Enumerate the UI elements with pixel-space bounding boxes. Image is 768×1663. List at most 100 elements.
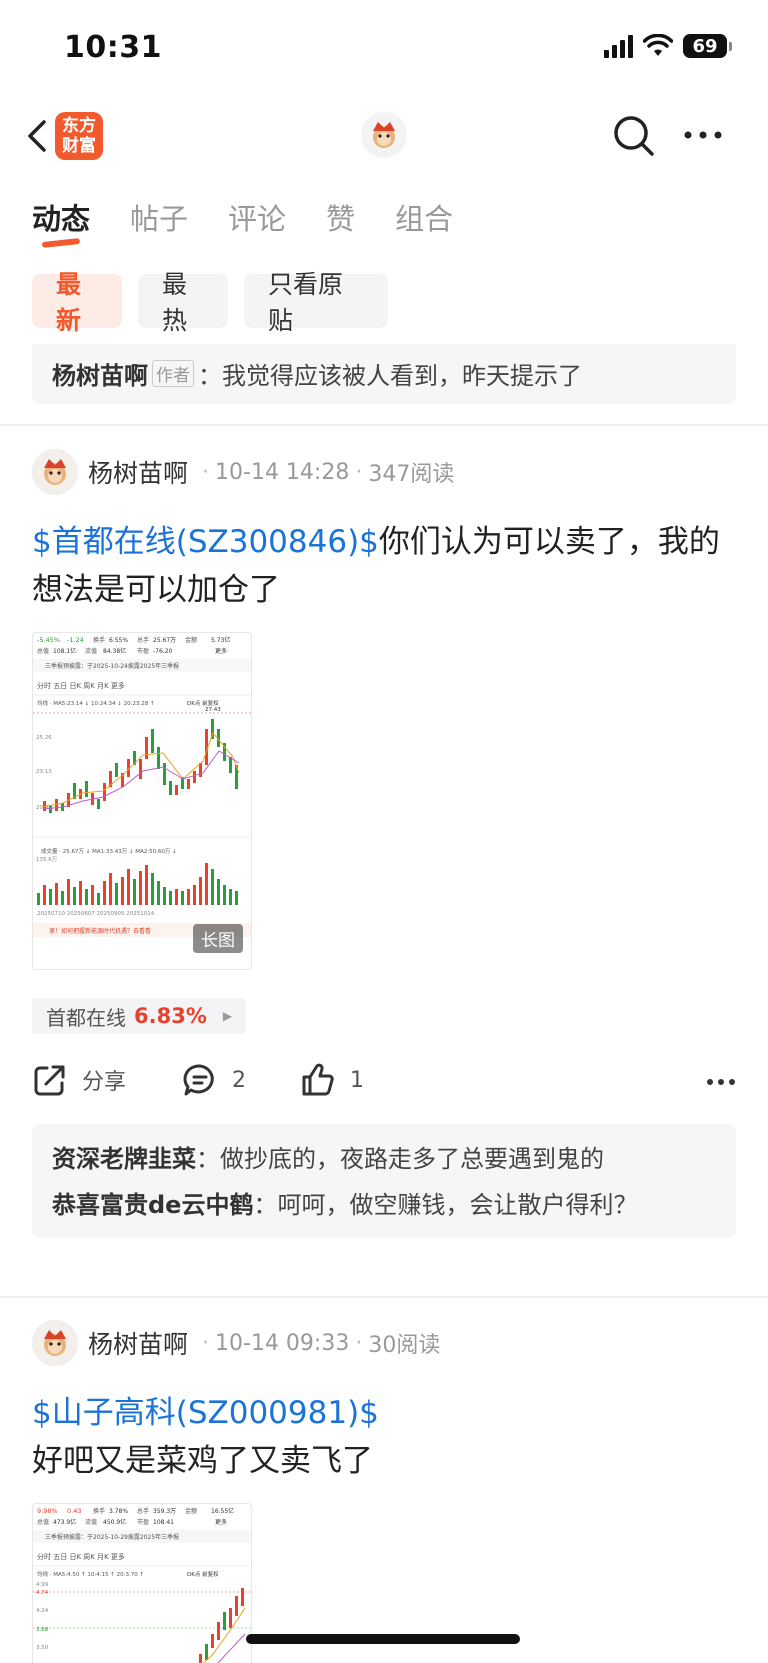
post-header: 杨树苗啊 · 10-14 14:28 · 347阅读: [32, 448, 736, 496]
post-card[interactable]: 杨树苗啊 · 10-14 14:28 · 347阅读 $首都在线(SZ30084…: [32, 448, 736, 1238]
svg-text:473.9亿: 473.9亿: [53, 1518, 76, 1526]
svg-text:108.41: 108.41: [153, 1519, 174, 1526]
status-bar: 10:31 69: [0, 0, 768, 96]
tab-portfolio[interactable]: 组合: [395, 196, 453, 238]
like-count: 1: [350, 1067, 364, 1093]
more-options-icon[interactable]: [683, 130, 723, 140]
filter-original-only[interactable]: 只看原贴: [244, 270, 388, 335]
candlestick-series: [199, 1588, 244, 1663]
stock-quote-chip[interactable]: 首都在线 6.83% ▶: [32, 998, 247, 1034]
commenter-name[interactable]: 资深老牌韭菜: [52, 1145, 196, 1173]
tab-likes[interactable]: 赞: [326, 196, 355, 238]
comment-author[interactable]: 杨树苗啊: [52, 362, 148, 390]
svg-text:流值: 流值: [85, 1518, 97, 1526]
svg-text:分时 五日 日K 周K 月K 更多: 分时 五日 日K 周K 月K 更多: [37, 681, 125, 690]
wifi-icon: [643, 34, 673, 56]
stock-link[interactable]: $山子高科(SZ000981)$: [32, 1389, 736, 1437]
post-author[interactable]: 杨树苗啊: [88, 454, 188, 490]
tab-posts[interactable]: 帖子: [130, 196, 188, 238]
svg-text:9.98%: 9.98%: [37, 1507, 58, 1515]
comment-text: ：做抄底的，夜路走多了总要遇到鬼的: [196, 1145, 604, 1173]
svg-text:3.78%: 3.78%: [109, 1508, 128, 1515]
svg-text:三季报预披露：于2025-10-24披露2025年三季报: 三季报预披露：于2025-10-24披露2025年三季报: [45, 662, 179, 670]
comment-icon: [183, 1064, 214, 1096]
divider: [0, 424, 768, 426]
share-icon: [34, 1065, 65, 1096]
svg-text:分时 五日 日K 周K 月K 更多: 分时 五日 日K 周K 月K 更多: [37, 1552, 125, 1561]
svg-text:359.3万: 359.3万: [153, 1508, 176, 1515]
stock-link[interactable]: $首都在线(SZ300846)$: [32, 524, 379, 560]
svg-text:84.38亿: 84.38亿: [103, 647, 126, 655]
comment-text: ：我觉得应该被人看到，昨天提示了: [198, 362, 582, 390]
svg-text:-1.24: -1.24: [67, 636, 84, 644]
share-button[interactable]: 分享: [32, 1062, 126, 1098]
battery-icon: 69: [683, 34, 732, 58]
svg-text:均线 · MA5:4.50 ↑ 10:4.15 ↑ 20: 均线 · MA5:4.50 ↑ 10:4.15 ↑ 20:3.70 ↑: [37, 1570, 144, 1578]
svg-text:25.67万: 25.67万: [153, 637, 176, 644]
comment-item[interactable]: 恭喜富贵de云中鹤：呵呵，做空赚钱，会让散户得利？: [52, 1188, 716, 1222]
filter-latest[interactable]: 最新: [32, 270, 122, 335]
filter-chips: 最新 最热 只看原贴: [32, 270, 388, 335]
comment-count: 2: [232, 1067, 246, 1093]
post-more-icon[interactable]: [706, 1078, 736, 1086]
svg-text:4.74: 4.74: [36, 1590, 49, 1596]
mascot-avatar-icon: [373, 122, 395, 148]
post-image-stock-chart[interactable]: 9.98% 0.43 换手 3.78% 总手 359.3万 金额 16.55亿 …: [32, 1503, 252, 1663]
svg-text:总值: 总值: [37, 647, 49, 655]
post-card[interactable]: 杨树苗啊 · 10-14 09:33 · 30阅读 $山子高科(SZ000981…: [32, 1319, 736, 1663]
post-text: $山子高科(SZ000981)$ 好吧又是菜鸡了又卖飞了: [32, 1389, 736, 1485]
post-reads: 30阅读: [368, 1333, 441, 1358]
eastmoney-logo: 东方 财富: [55, 112, 103, 160]
svg-text:更多: 更多: [215, 647, 227, 655]
svg-text:DK点 前复权: DK点 前复权: [187, 1570, 219, 1578]
svg-text:DK点 前复权: DK点 前复权: [187, 699, 219, 707]
comment-button[interactable]: 2: [182, 1062, 246, 1098]
comment-text: ：呵呵，做空赚钱，会让散户得利？: [253, 1191, 638, 1219]
svg-text:450.9亿: 450.9亿: [103, 1518, 126, 1526]
post-image-stock-chart[interactable]: -5.45% -1.24 换手 6.55% 总手 25.67万 金额 5.73亿…: [32, 632, 252, 970]
tab-comments[interactable]: 评论: [228, 196, 286, 238]
stock-chart-graphic: -5.45% -1.24 换手 6.55% 总手 25.67万 金额 5.73亿…: [33, 636, 251, 937]
status-time: 10:31: [64, 30, 162, 65]
thumbs-up-icon: [302, 1063, 334, 1096]
home-indicator: [246, 1634, 520, 1644]
back-arrow-icon[interactable]: [20, 116, 56, 156]
battery-level: 69: [683, 34, 727, 58]
active-tab-indicator: [41, 238, 81, 248]
like-button[interactable]: 1: [300, 1062, 364, 1098]
svg-text:135.6万: 135.6万: [36, 856, 58, 863]
svg-text:0.43: 0.43: [67, 1507, 81, 1515]
comment-preview-box[interactable]: 资深老牌韭菜：做抄底的，夜路走多了总要遇到鬼的 恭喜富贵de云中鹤：呵呵，做空赚…: [32, 1124, 736, 1238]
post-header: 杨树苗啊 · 10-14 09:33 · 30阅读: [32, 1319, 736, 1367]
avatar[interactable]: [32, 449, 78, 495]
status-icons: 69: [604, 34, 732, 58]
search-icon[interactable]: [612, 114, 656, 158]
svg-text:-76.20: -76.20: [153, 648, 173, 655]
svg-text:总手: 总手: [137, 636, 149, 644]
volume-bars: [37, 863, 238, 905]
svg-text:3.68: 3.68: [36, 1627, 49, 1633]
long-image-badge: 长图: [193, 924, 243, 953]
svg-text:换手: 换手: [93, 636, 105, 644]
profile-tabs: 动态 帖子 评论 赞 组合: [32, 196, 493, 248]
author-comment-preview[interactable]: 杨树苗啊 作者 ：我觉得应该被人看到，昨天提示了: [32, 344, 736, 404]
stock-chart-graphic: 9.98% 0.43 换手 3.78% 总手 359.3万 金额 16.55亿 …: [33, 1507, 251, 1663]
comment-item[interactable]: 资深老牌韭菜：做抄底的，夜路走多了总要遇到鬼的: [52, 1142, 716, 1176]
commenter-name[interactable]: 恭喜富贵de云中鹤: [52, 1191, 253, 1219]
post-time: 10-14 09:33: [215, 1330, 350, 1356]
nav-bar: 东方 财富: [0, 100, 768, 172]
author-badge: 作者: [152, 360, 194, 387]
post-author[interactable]: 杨树苗啊: [88, 1325, 188, 1361]
svg-text:金额: 金额: [185, 636, 197, 644]
svg-text:4.99: 4.99: [36, 1582, 49, 1588]
share-label: 分享: [82, 1070, 127, 1095]
svg-text:市盈: 市盈: [137, 1518, 149, 1526]
svg-text:16.55亿: 16.55亿: [211, 1507, 234, 1515]
svg-text:三季报预披露：于2025-10-29披露2025年三季报: 三季报预披露：于2025-10-29披露2025年三季报: [45, 1533, 179, 1541]
svg-text:金额: 金额: [185, 1507, 197, 1515]
avatar[interactable]: [32, 1320, 78, 1366]
tab-dynamics[interactable]: 动态: [32, 196, 90, 248]
svg-text:20250710 20250807 202509: 20250710 20250807 20250905 20251014: [37, 911, 155, 917]
filter-hottest[interactable]: 最热: [138, 270, 228, 335]
user-avatar[interactable]: [361, 112, 407, 158]
